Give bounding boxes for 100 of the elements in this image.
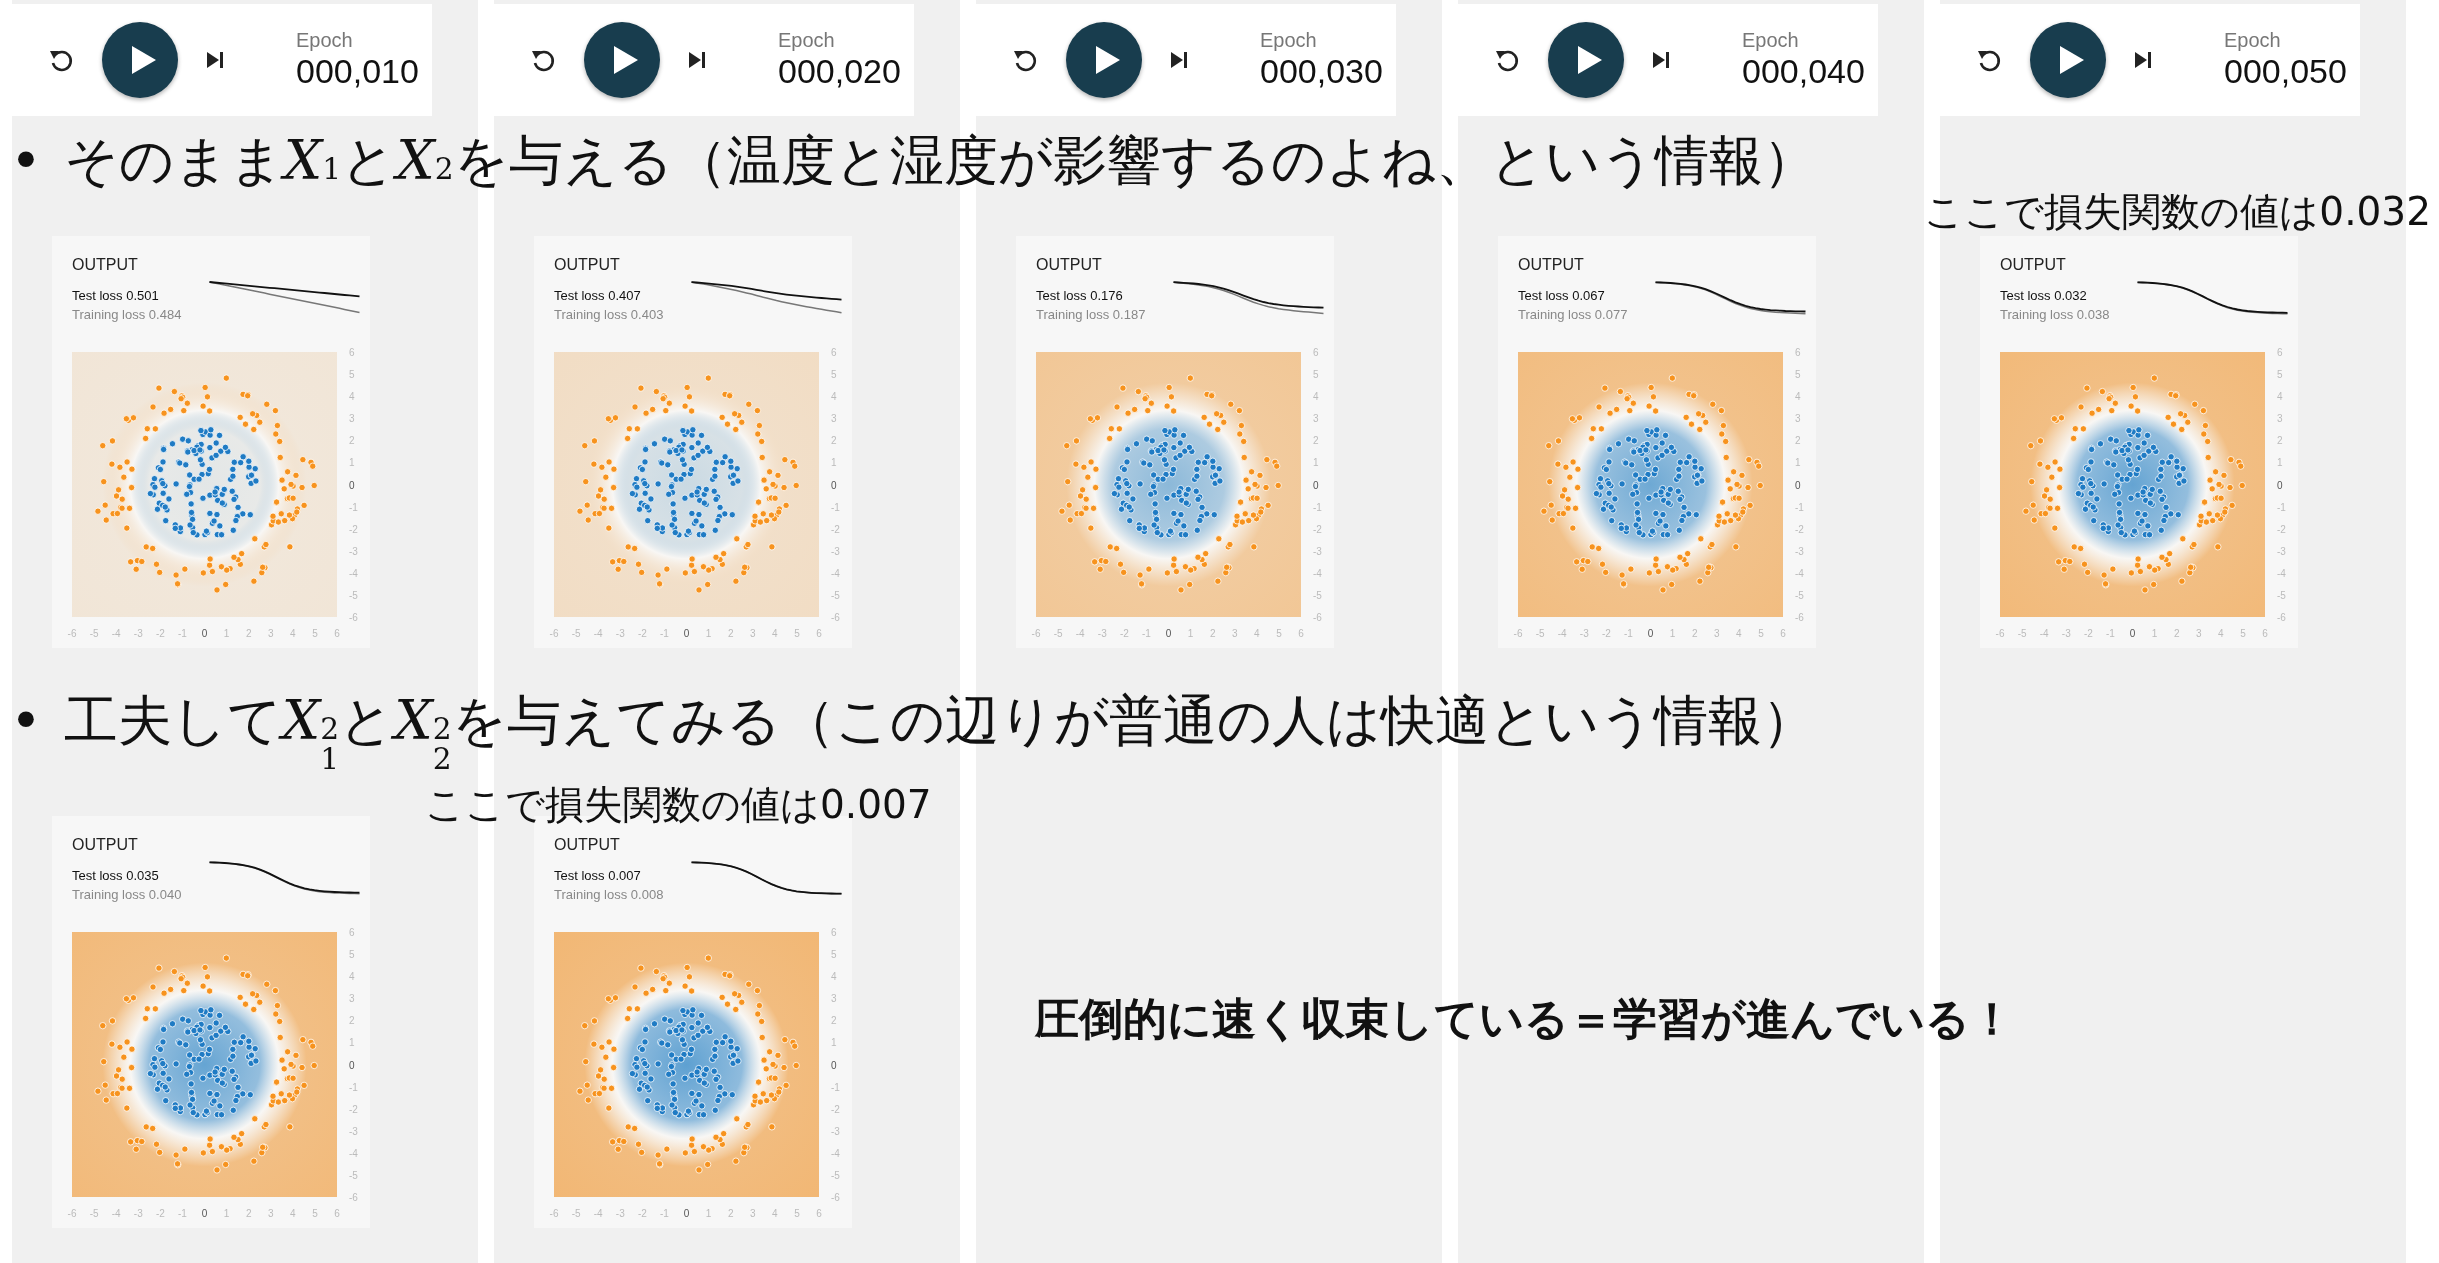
axis-tick-label: 5 (1276, 628, 1282, 639)
axis-tick-label: -4 (2277, 567, 2286, 579)
axis-tick-label: 1 (1187, 628, 1194, 639)
axis-tick-label: 0 (2129, 628, 2136, 639)
axis-tick-label: 3 (2277, 413, 2283, 425)
annotation-text: ここで損失関数の値は0.007 (425, 781, 932, 829)
epoch-label: Epoch (778, 29, 836, 52)
axis-tick-label: -3 (615, 1208, 625, 1219)
step-icon[interactable] (1652, 51, 1670, 69)
output-title: OUTPUT (1518, 256, 1585, 274)
axis-tick-label: 3 (749, 628, 756, 639)
axis-tick-label: 3 (1231, 628, 1238, 639)
output-title: OUTPUT (554, 836, 621, 854)
output-title: OUTPUT (72, 256, 139, 274)
bullet-marker: • (10, 129, 42, 192)
axis-tick-label: 1 (2151, 628, 2158, 639)
axis-tick-label: -4 (349, 1147, 358, 1159)
axis-tick-label: -4 (1557, 628, 1567, 639)
axis-tick-label: -2 (1119, 628, 1129, 639)
axis-tick-label: 3 (1713, 628, 1720, 639)
axis-tick-label: 3 (831, 993, 837, 1005)
play-button[interactable] (2030, 22, 2106, 98)
axis-tick-label: -5 (349, 1169, 358, 1181)
axis-tick-label: 0 (683, 628, 690, 639)
axis-tick-label: 3 (831, 413, 837, 425)
step-icon[interactable] (688, 51, 706, 69)
axis-tick-label: 0 (831, 1059, 837, 1071)
axis-tick-label: -2 (637, 1208, 647, 1219)
axis-tick-label: -3 (2061, 628, 2071, 639)
axis-tick-label: 5 (794, 1208, 800, 1219)
axis-tick-label: 0 (1647, 628, 1654, 639)
axis-tick-label: -3 (615, 628, 625, 639)
axis-tick-label: 4 (831, 391, 837, 403)
axis-tick-label: 4 (772, 1208, 778, 1219)
axis-tick-label: 4 (1795, 391, 1801, 403)
step-icon[interactable] (2134, 51, 2152, 69)
axis-tick-label: -2 (831, 1103, 840, 1115)
axis-tick-label: -3 (1795, 545, 1804, 557)
axis-tick-label: 5 (1758, 628, 1764, 639)
play-button[interactable] (584, 22, 660, 98)
play-button[interactable] (1548, 22, 1624, 98)
test-loss: Test loss 0.035 (72, 868, 160, 883)
axis-tick-label: -3 (2277, 545, 2286, 557)
epoch-label: Epoch (1742, 29, 1800, 52)
epoch-counter: 000,050 (2224, 52, 2347, 91)
step-icon[interactable] (1170, 51, 1188, 69)
axis-tick-label: 1 (705, 628, 712, 639)
axis-tick-label: -4 (593, 1208, 603, 1219)
axis-tick-label: 3 (349, 993, 355, 1005)
bullet-text: そのままX1 とX2 を与える（温度と湿度が影響するのよね、という情報） (63, 128, 1817, 194)
axis-tick-label: 0 (683, 1208, 690, 1219)
training-loss: Training loss 0.040 (72, 887, 183, 902)
axis-tick-label: 4 (772, 628, 778, 639)
output-title: OUTPUT (554, 256, 621, 274)
axis-tick-label: -5 (1313, 589, 1322, 601)
axis-tick-label: -4 (831, 1147, 840, 1159)
axis-tick-label: 0 (831, 479, 837, 491)
play-button[interactable] (1066, 22, 1142, 98)
epoch-counter: 000,010 (296, 52, 419, 91)
axis-tick-label: 3 (2195, 628, 2202, 639)
conclusion-text: 圧倒的に速く収束している＝学習が進んでいる！ (1035, 992, 2014, 1046)
axis-tick-label: 4 (2277, 391, 2283, 403)
axis-tick-label: -3 (831, 1125, 840, 1137)
axis-tick-label: -5 (831, 589, 840, 601)
axis-tick-label: 4 (1313, 391, 1319, 403)
epoch-label: Epoch (296, 29, 354, 52)
epoch-label: Epoch (1260, 29, 1318, 52)
axis-tick-label: -3 (349, 1125, 358, 1137)
axis-tick-label: -2 (1313, 523, 1322, 535)
epoch-counter: 000,020 (778, 52, 901, 91)
training-loss: Training loss 0.403 (554, 307, 665, 322)
axis-tick-label: -2 (349, 1103, 358, 1115)
test-loss: Test loss 0.067 (1518, 288, 1606, 303)
axis-tick-label: -5 (2277, 589, 2286, 601)
step-icon[interactable] (206, 51, 224, 69)
axis-tick-label: -2 (637, 628, 647, 639)
axis-tick-label: -3 (831, 545, 840, 557)
test-loss: Test loss 0.176 (1036, 288, 1124, 303)
axis-tick-label: 0 (349, 1059, 355, 1071)
axis-tick-label: -4 (111, 1208, 121, 1219)
play-button[interactable] (102, 22, 178, 98)
axis-tick-label: -5 (831, 1169, 840, 1181)
axis-tick-label: 5 (2240, 628, 2246, 639)
training-loss: Training loss 0.008 (554, 887, 665, 902)
axis-tick-label: -5 (349, 589, 358, 601)
axis-tick-label: -2 (1601, 628, 1611, 639)
axis-tick-label: -4 (349, 567, 358, 579)
axis-tick-label: -4 (1313, 567, 1322, 579)
annotation-text: ここで損失関数の値は0.032 (1924, 188, 2431, 236)
output-title: OUTPUT (72, 836, 139, 854)
axis-tick-label: -3 (1097, 628, 1107, 639)
axis-tick-label: 0 (1795, 479, 1801, 491)
axis-tick-label: 0 (349, 479, 355, 491)
axis-tick-label: 4 (1736, 628, 1742, 639)
output-title: OUTPUT (2000, 256, 2067, 274)
axis-tick-label: 3 (1795, 413, 1801, 425)
axis-tick-label: 4 (290, 628, 296, 639)
axis-tick-label: -4 (1075, 628, 1085, 639)
test-loss: Test loss 0.501 (72, 288, 160, 303)
axis-tick-label: -4 (111, 628, 121, 639)
